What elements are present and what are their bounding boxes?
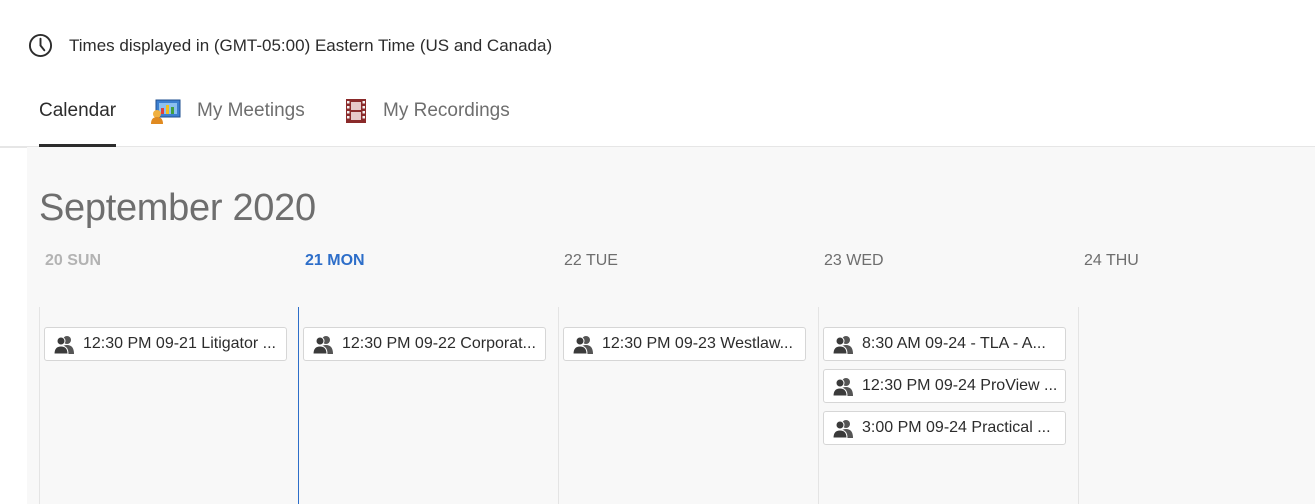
tab-calendar-label: Calendar [39, 100, 117, 121]
meeting-calendar-page: Times displayed in (GMT-05:00) Eastern T… [0, 0, 1315, 504]
film-reel-icon [344, 98, 368, 124]
calendar-view: September 2020 20 SUN 21 MON 22 TUE 23 W… [27, 147, 1315, 504]
tab-my-recordings-label: My Recordings [383, 100, 510, 121]
event-title: 12:30 PM 09-22 Corporat... [342, 335, 536, 352]
day-column-mon: 12:30 PM 09-22 Corporat... [298, 307, 557, 504]
clock-icon [28, 33, 53, 58]
day-header-tue: 22 TUE [564, 252, 618, 269]
day-column-thu [1078, 307, 1315, 504]
event-title: 12:30 PM 09-23 Westlaw... [602, 335, 793, 352]
attendee-icon [572, 336, 593, 354]
tab-calendar[interactable]: Calendar [39, 76, 117, 147]
day-column-wed: 8:30 AM 09-24 - TLA - A... 12:30 PM 09-2… [818, 307, 1077, 504]
meetings-icon [150, 98, 182, 124]
event-title: 12:30 PM 09-24 ProView ... [862, 377, 1058, 394]
day-column-tue: 12:30 PM 09-23 Westlaw... [558, 307, 817, 504]
attendee-icon [832, 378, 853, 396]
timezone-notice: Times displayed in (GMT-05:00) Eastern T… [28, 33, 552, 58]
event-title: 8:30 AM 09-24 - TLA - A... [862, 335, 1046, 352]
calendar-event[interactable]: 12:30 PM 09-23 Westlaw... [563, 327, 806, 361]
day-header-wed: 23 WED [824, 252, 884, 269]
month-title: September 2020 [39, 187, 316, 229]
tab-my-meetings[interactable]: My Meetings [150, 76, 305, 146]
attendee-icon [312, 336, 333, 354]
tab-my-meetings-label: My Meetings [197, 100, 305, 121]
event-title: 3:00 PM 09-24 Practical ... [862, 419, 1051, 436]
day-header-mon: 21 MON [305, 252, 365, 269]
calendar-event[interactable]: 12:30 PM 09-24 ProView ... [823, 369, 1066, 403]
calendar-event[interactable]: 12:30 PM 09-22 Corporat... [303, 327, 546, 361]
timezone-text: Times displayed in (GMT-05:00) Eastern T… [69, 35, 553, 55]
calendar-event[interactable]: 3:00 PM 09-24 Practical ... [823, 411, 1066, 445]
tab-bar: Calendar My Meetings My Recordings [0, 76, 1315, 148]
attendee-icon [53, 336, 74, 354]
day-header-thu: 24 THU [1084, 252, 1139, 269]
calendar-event[interactable]: 8:30 AM 09-24 - TLA - A... [823, 327, 1066, 361]
event-title: 12:30 PM 09-21 Litigator ... [83, 335, 276, 352]
attendee-icon [832, 420, 853, 438]
day-header-sun: 20 SUN [45, 252, 102, 269]
tab-my-recordings[interactable]: My Recordings [344, 76, 510, 146]
day-column-sun: 12:30 PM 09-21 Litigator ... [39, 307, 298, 504]
attendee-icon [832, 336, 853, 354]
calendar-event[interactable]: 12:30 PM 09-21 Litigator ... [44, 327, 287, 361]
